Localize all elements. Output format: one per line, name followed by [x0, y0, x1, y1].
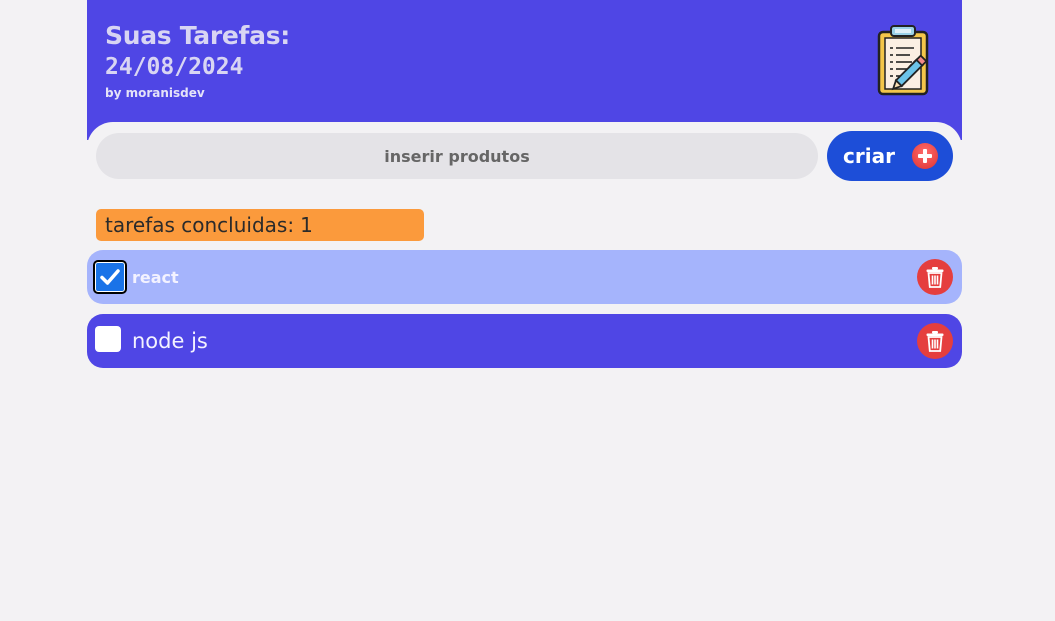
trash-icon — [926, 267, 944, 288]
create-button[interactable]: criar — [827, 131, 953, 181]
completed-counter-value: 1 — [300, 213, 313, 237]
plus-circle-icon — [912, 143, 938, 169]
header: Suas Tarefas: 24/08/2024 by moranisdev — [87, 0, 962, 140]
task-checkbox-checked[interactable] — [93, 260, 127, 294]
task-item: node js — [87, 314, 962, 368]
delete-button[interactable] — [917, 323, 953, 359]
task-label: react — [132, 267, 179, 287]
trash-icon — [926, 331, 944, 352]
page-title: Suas Tarefas: — [105, 21, 290, 50]
task-label: node js — [132, 329, 208, 353]
task-input[interactable] — [96, 133, 818, 179]
author-credit: by moranisdev — [105, 86, 205, 100]
completed-counter-label: tarefas concluidas: — [105, 213, 295, 237]
completed-counter: tarefas concluidas: 1 — [96, 209, 424, 241]
task-checkbox[interactable] — [95, 326, 121, 352]
task-item: react — [87, 250, 962, 304]
check-icon — [100, 269, 120, 285]
clipboard-pencil-icon — [877, 25, 929, 96]
input-panel: criar — [87, 122, 962, 192]
create-button-label: criar — [843, 144, 895, 168]
todo-app: Suas Tarefas: 24/08/2024 by moranisdev i… — [87, 0, 962, 192]
delete-button[interactable] — [917, 259, 953, 295]
current-date: 24/08/2024 — [105, 54, 244, 80]
